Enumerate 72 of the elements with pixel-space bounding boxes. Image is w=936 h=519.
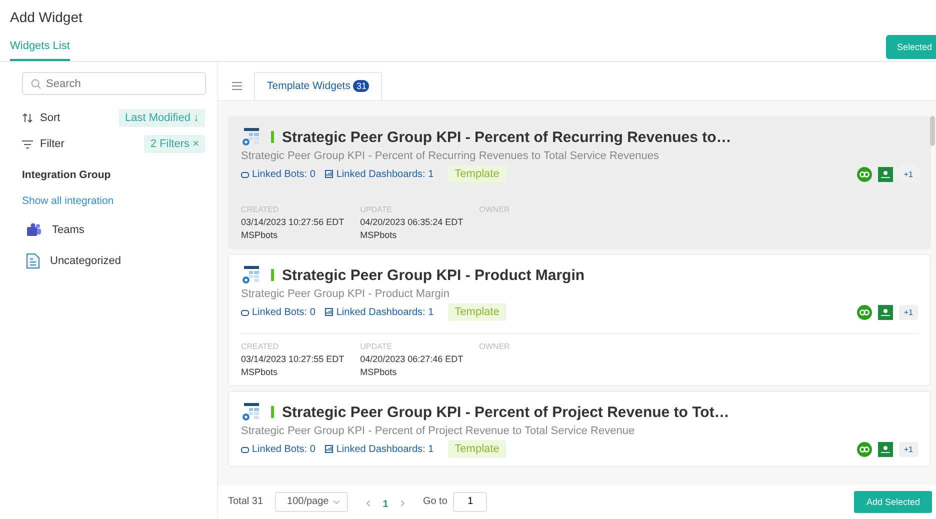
document-icon [26, 253, 40, 269]
widget-table-icon [241, 402, 261, 422]
widget-table-icon [241, 265, 261, 286]
widget-table-icon [241, 127, 261, 148]
bot-icon [241, 445, 249, 454]
widget-card[interactable] [228, 254, 931, 386]
linked-bots-link[interactable]: Linked Bots: 0 [241, 168, 316, 180]
linked-bots-link[interactable]: Linked Bots: 0 [241, 444, 316, 455]
integration-badge-icon [856, 442, 872, 457]
status-bar-icon [271, 406, 274, 418]
template-widgets-tab[interactable]: Template Widgets 31 [254, 72, 382, 100]
search-field[interactable]: Search [22, 72, 206, 95]
dashboard-icon [325, 445, 334, 454]
page-number[interactable]: 1 [382, 498, 388, 510]
owner-label: OWNER [479, 342, 511, 352]
widget-card[interactable]: Strategic Peer Group KPI - Percent of Project Revenue to Tot… Strategic Peer Group KPI - Percent of Project Revenue to Total Service Revenue Linked Bots: 0 Linked Dashboards: 1 Template +1 [228, 391, 931, 468]
integration-logo-icon [878, 304, 893, 320]
widgets-list-tab[interactable]: Widgets List [10, 40, 70, 61]
show-all-link[interactable]: Show all integration [22, 195, 205, 207]
integration-group-heading: Integration Group [22, 169, 112, 181]
widget-title: Strategic Peer Group KPI - Percent of Project Revenue to Tot… [282, 404, 730, 421]
chevron-down-icon [333, 500, 340, 504]
page-size-select[interactable]: 100/page [275, 492, 348, 512]
status-bar-icon [271, 131, 274, 144]
integration-item[interactable]: Teams [52, 224, 84, 236]
template-tag: Template [448, 165, 506, 184]
bot-icon [241, 170, 249, 178]
update-label: UPDATE [360, 342, 393, 352]
teams-icon [26, 223, 42, 237]
more-integrations-count: +1 [898, 166, 918, 182]
dialog-title: Add Widget [10, 9, 82, 25]
updated-date: 04/20/2023 06:27:46 EDT [360, 354, 464, 364]
integration-item[interactable]: Uncategorized [50, 255, 121, 267]
widget-description: Strategic Peer Group KPI - Percent of Project Revenue to Total Service Revenue [241, 425, 636, 438]
integration-logo-icon [878, 166, 893, 182]
created-date: 03/14/2023 10:27:56 EDT [241, 217, 344, 228]
sort-icon [22, 113, 33, 123]
page-input[interactable]: 1 [453, 492, 488, 512]
menu-icon[interactable] [232, 82, 242, 90]
template-tag: Template [448, 440, 506, 458]
integration-logo-icon [878, 442, 893, 457]
created-label: CREATED [241, 342, 280, 352]
created-by: MSPbots [241, 230, 279, 240]
created-by: MSPbots [241, 367, 279, 378]
widget-description: Strategic Peer Group KPI - Product Margin [241, 288, 450, 300]
linked-bots-link[interactable]: Linked Bots: 0 [241, 306, 316, 318]
scrollbar-thumb[interactable] [930, 116, 935, 146]
integration-badge-icon [856, 304, 872, 320]
widget-title: Strategic Peer Group KPI - Product Margin [282, 266, 585, 284]
template-tag: Template [448, 303, 506, 322]
more-integrations-count: +1 [898, 442, 918, 457]
linked-dashboards-link[interactable]: Linked Dashboards: 1 [325, 168, 434, 180]
widget-title: Strategic Peer Group KPI - Percent of Recurring Revenues to… [282, 128, 732, 146]
created-date: 03/14/2023 10:27:55 EDT [241, 354, 344, 364]
sort-label: Sort [40, 112, 60, 124]
go-to-label: Go to [422, 496, 448, 508]
linked-dashboards-link[interactable]: Linked Dashboards: 1 [325, 444, 434, 455]
updated-date: 04/20/2023 06:35:24 EDT [360, 217, 464, 228]
dashboard-icon [325, 308, 334, 316]
updated-by: MSPbots [360, 367, 398, 378]
total-count: Total 31 [228, 496, 264, 508]
widget-description: Strategic Peer Group KPI - Percent of Recurring Revenues to Total Service Revenues [241, 150, 660, 162]
filter-label: Filter [40, 138, 64, 150]
status-bar-icon [271, 269, 274, 282]
widget-card[interactable] [228, 116, 931, 250]
dashboard-icon [325, 170, 334, 178]
linked-dashboards-link[interactable]: Linked Dashboards: 1 [325, 306, 434, 318]
more-integrations-count: +1 [898, 304, 918, 320]
integration-badge-icon [856, 166, 872, 182]
filter-icon [22, 140, 33, 148]
updated-by: MSPbots [360, 230, 398, 240]
bot-icon [241, 308, 249, 316]
